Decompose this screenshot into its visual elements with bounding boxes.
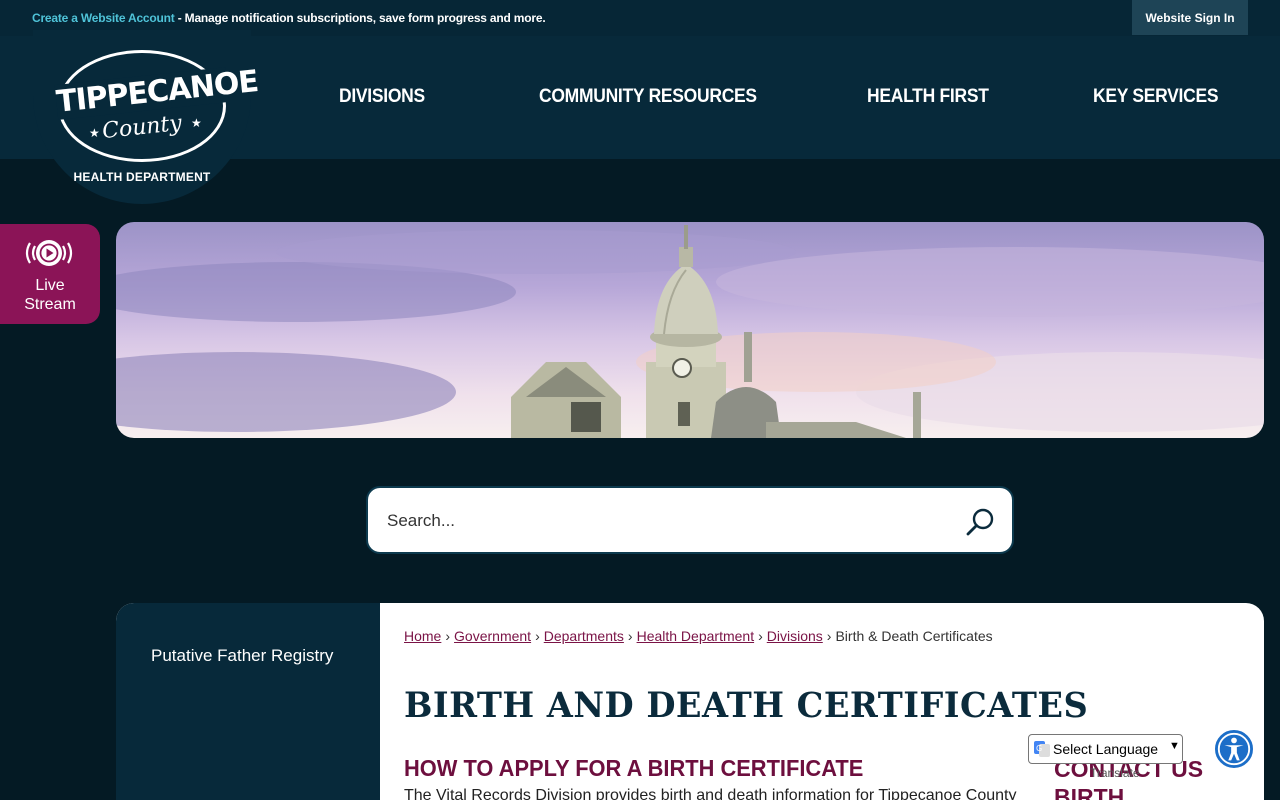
star-icon: ★	[191, 116, 202, 130]
accessibility-button[interactable]	[1213, 728, 1255, 770]
chevron-down-icon: ▼	[1169, 740, 1180, 752]
breadcrumb-health-department[interactable]: Health Department	[637, 628, 755, 644]
nav-community-resources[interactable]: COMMUNITY RESOURCES	[539, 86, 757, 108]
create-account-link[interactable]: Create a Website Account	[32, 11, 175, 25]
sidebar-item-putative-father-registry[interactable]: Putative Father Registry	[151, 643, 351, 669]
live-stream-label: Live Stream	[24, 277, 76, 313]
star-icon: ★	[89, 126, 100, 140]
language-select-label: Select Language	[1053, 741, 1159, 757]
nav-divisions[interactable]: DIVISIONS	[339, 86, 425, 108]
powered-by-translate: Translate	[1090, 766, 1140, 780]
live-stream-button[interactable]: Live Stream	[0, 224, 100, 324]
nav-key-services[interactable]: KEY SERVICES	[1093, 86, 1219, 108]
account-message-text: - Manage notification subscriptions, sav…	[174, 11, 546, 25]
courthouse-illustration	[116, 225, 1264, 438]
contact-birth-heading: BIRTH	[1054, 784, 1125, 800]
breadcrumb-divisions[interactable]: Divisions	[767, 628, 823, 644]
svg-text:G: G	[1036, 744, 1042, 753]
live-stream-play-icon	[25, 240, 73, 266]
section-heading: HOW TO APPLY FOR A BIRTH CERTIFICATE	[404, 755, 864, 781]
search-input[interactable]	[387, 506, 947, 536]
search-icon[interactable]	[964, 506, 996, 538]
website-sign-in-button[interactable]: Website Sign In	[1132, 0, 1248, 35]
intro-paragraph: The Vital Records Division provides birt…	[404, 787, 1017, 800]
hero-banner-image	[116, 222, 1264, 438]
language-select[interactable]: G Select Language ▼	[1028, 734, 1183, 764]
breadcrumb-home[interactable]: Home	[404, 628, 441, 644]
breadcrumb-departments[interactable]: Departments	[544, 628, 624, 644]
side-navigation: Putative Father Registry	[116, 603, 380, 800]
account-message: Create a Website Account - Manage notifi…	[32, 11, 546, 25]
page-title: BIRTH AND DEATH CERTIFICATES	[404, 685, 1089, 726]
nav-health-first[interactable]: HEALTH FIRST	[867, 86, 989, 108]
search-box	[366, 486, 1014, 554]
breadcrumb-current: Birth & Death Certificates	[835, 628, 993, 644]
google-translate-icon: G	[1034, 741, 1050, 757]
logo-department: HEALTH DEPARTMENT	[73, 170, 211, 184]
breadcrumb: Home › Government › Departments › Health Depar…	[404, 628, 993, 644]
breadcrumb-government[interactable]: Government	[454, 628, 531, 644]
accessibility-icon	[1217, 732, 1251, 766]
